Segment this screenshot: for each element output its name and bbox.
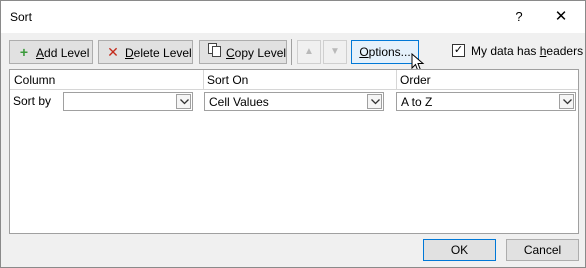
add-level-button[interactable]: + Add Level <box>9 40 93 64</box>
delete-level-button[interactable]: ✕ Delete Level <box>98 40 193 64</box>
column-select[interactable] <box>63 92 193 111</box>
copy-icon <box>206 41 222 63</box>
close-button[interactable]: ✕ <box>549 7 573 27</box>
x-icon: ✕ <box>107 44 119 60</box>
header-divider <box>10 89 578 90</box>
window-title: Sort <box>10 10 33 24</box>
chevron-down-icon[interactable] <box>367 94 382 109</box>
headers-label: My data has headers <box>471 44 584 58</box>
copy-level-button[interactable]: Copy Level <box>199 40 287 64</box>
toolbar-separator <box>291 39 292 65</box>
sort-on-select[interactable]: Cell Values <box>204 92 384 111</box>
sort-on-header: Sort On <box>207 73 249 87</box>
column-divider <box>396 70 397 89</box>
help-button[interactable]: ? <box>509 7 529 27</box>
cancel-button[interactable]: Cancel <box>506 239 579 261</box>
options-button[interactable]: Options... <box>351 40 419 64</box>
sort-by-label: Sort by <box>13 94 52 108</box>
move-down-button[interactable]: ▼ <box>323 40 347 64</box>
order-select[interactable]: A to Z <box>396 92 576 111</box>
chevron-down-icon[interactable] <box>559 94 574 109</box>
sort-dialog: Sort ? ✕ + Add Level ✕ Delete Level Copy L… <box>0 0 586 268</box>
headers-checkbox[interactable]: ✓ <box>452 44 465 57</box>
ok-button[interactable]: OK <box>423 239 496 261</box>
move-up-button[interactable]: ▲ <box>297 40 321 64</box>
order-header: Order <box>400 73 431 87</box>
sort-levels-grid: Column Sort On Order Sort by Cell Values… <box>9 69 579 234</box>
plus-icon: + <box>19 44 29 60</box>
column-divider <box>203 70 204 89</box>
column-header: Column <box>14 73 56 87</box>
chevron-down-icon[interactable] <box>176 94 191 109</box>
title-bar: Sort ? ✕ <box>1 1 585 33</box>
